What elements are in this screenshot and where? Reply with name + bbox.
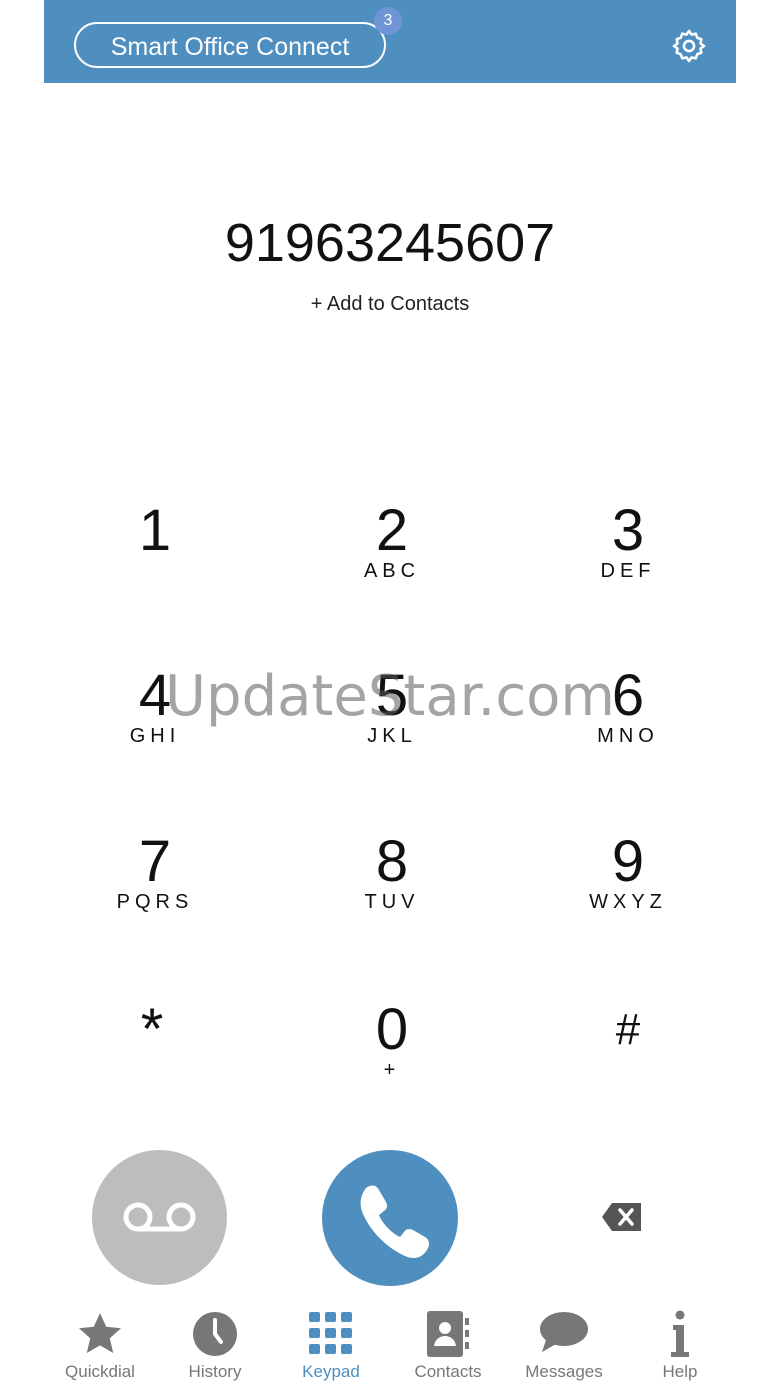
- tab-keypad[interactable]: Keypad: [273, 1300, 389, 1387]
- key-9[interactable]: 9 WXYZ: [558, 829, 698, 949]
- key-5[interactable]: 5 JKL: [322, 663, 462, 783]
- chat-bubble-icon: [540, 1312, 588, 1352]
- phone-icon: [360, 1185, 430, 1258]
- key-digit: 7: [138, 829, 172, 894]
- key-letters: +: [383, 1059, 401, 1081]
- tab-messages[interactable]: Messages: [506, 1300, 622, 1387]
- dialed-number: 91963245607: [224, 213, 556, 273]
- key-letters: DEF: [600, 560, 656, 582]
- tab-icon-wrap: [390, 1300, 506, 1357]
- clock-icon: [193, 1312, 237, 1356]
- tab-label: History: [188, 1362, 242, 1381]
- notification-badge: 3: [374, 7, 402, 35]
- tab-icon-wrap: [157, 1300, 273, 1356]
- voicemail-button[interactable]: [92, 1150, 227, 1285]
- call-button[interactable]: [322, 1150, 458, 1286]
- keypad-grid-icon: [309, 1312, 352, 1354]
- key-letters: WXYZ: [589, 891, 667, 913]
- key-3[interactable]: 3 DEF: [558, 498, 698, 618]
- key-4[interactable]: 4 GHI: [85, 663, 225, 783]
- tab-label: Messages: [525, 1362, 603, 1381]
- key-digit: 6: [611, 663, 645, 728]
- add-to-contacts-button[interactable]: + Add to Contacts: [311, 293, 469, 315]
- app-title-button[interactable]: Smart Office Connect: [74, 22, 386, 68]
- key-digit: 1: [138, 498, 172, 563]
- tab-icon-wrap: [506, 1300, 622, 1354]
- settings-button[interactable]: [670, 27, 708, 65]
- key-letters: ABC: [363, 560, 421, 582]
- star-icon: [79, 1313, 121, 1353]
- key-digit: 8: [375, 829, 409, 894]
- key-0[interactable]: 0 +: [322, 997, 462, 1117]
- tab-label: Quickdial: [65, 1362, 135, 1381]
- key-digit: 9: [611, 829, 645, 894]
- key-letters: JKL: [367, 725, 417, 747]
- tab-label: Contacts: [414, 1362, 482, 1381]
- key-letters: TUV: [364, 891, 420, 913]
- tab-contacts[interactable]: Contacts: [390, 1300, 506, 1387]
- info-icon: [671, 1310, 689, 1357]
- key-digit: 5: [375, 663, 409, 728]
- key-letters: PQRS: [116, 891, 194, 913]
- add-to-contacts-link: + Add to Contacts: [0, 293, 780, 316]
- key-letters: GHI: [129, 725, 181, 747]
- key-digit: 2: [375, 498, 409, 563]
- key-digit: *: [140, 997, 164, 1062]
- backspace-icon: [602, 1203, 641, 1231]
- gear-icon: [672, 29, 706, 63]
- key-7[interactable]: 7 PQRS: [85, 829, 225, 949]
- tab-history[interactable]: History: [157, 1300, 273, 1387]
- key-digit: #: [615, 1005, 641, 1054]
- key-6[interactable]: 6 MNO: [558, 663, 698, 783]
- tab-quickdial[interactable]: Quickdial: [42, 1300, 158, 1387]
- key-2[interactable]: 2 ABC: [322, 498, 462, 618]
- tab-icon-wrap: [622, 1300, 738, 1357]
- key-digit: 0: [375, 997, 409, 1062]
- key-star[interactable]: *: [82, 997, 222, 1117]
- tab-icon-wrap: [273, 1300, 389, 1354]
- app-header: Smart Office Connect 3: [44, 0, 736, 83]
- key-1[interactable]: 1: [85, 498, 225, 618]
- tab-icon-wrap: [42, 1300, 158, 1354]
- tab-label: Keypad: [302, 1362, 360, 1381]
- key-letters: MNO: [597, 725, 659, 747]
- tab-label: Help: [662, 1362, 698, 1381]
- key-hash[interactable]: #: [558, 997, 698, 1117]
- key-digit: 3: [611, 498, 645, 563]
- voicemail-icon: [123, 1202, 196, 1232]
- contact-book-icon: [427, 1311, 469, 1357]
- key-8[interactable]: 8 TUV: [322, 829, 462, 949]
- tab-help[interactable]: Help: [622, 1300, 738, 1387]
- key-digit: 4: [138, 663, 172, 728]
- bottom-tab-bar: Quickdial History Keypad Contacts Messag…: [40, 1300, 740, 1387]
- backspace-button[interactable]: [600, 1200, 644, 1234]
